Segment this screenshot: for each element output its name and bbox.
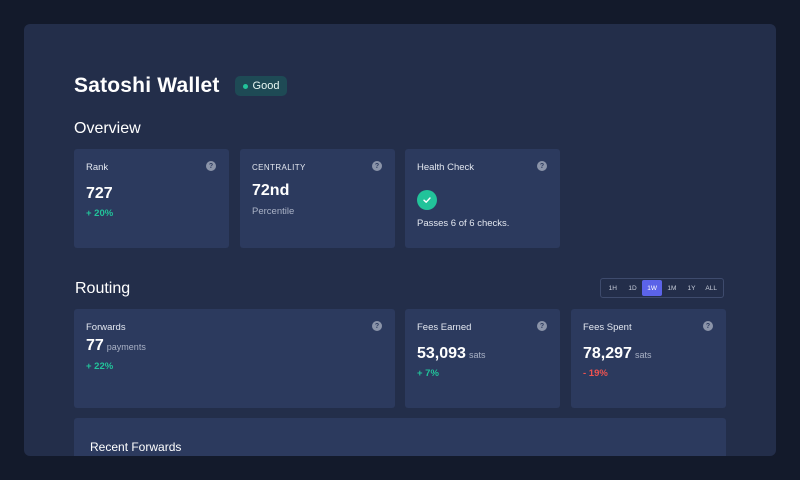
recent-forwards-card: Recent Forwards <box>74 418 726 456</box>
health-text: Passes 6 of 6 checks. <box>417 218 510 229</box>
rank-delta: + 20% <box>86 208 114 219</box>
help-icon[interactable]: ? <box>537 321 547 331</box>
fees-earned-value: 53,093 <box>417 345 466 362</box>
overview-heading: Overview <box>74 120 141 137</box>
fees-spent-card: Fees Spent ? 78,297 sats - 19% <box>571 309 726 408</box>
routing-heading: Routing <box>75 280 131 297</box>
status-badge: Good <box>234 76 288 96</box>
range-button-1d[interactable]: 1D <box>623 280 643 296</box>
fees-spent-delta: - 19% <box>583 368 608 379</box>
recent-forwards-title: Recent Forwards <box>90 440 182 454</box>
forwards-delta: + 22% <box>86 361 114 372</box>
rank-card: Rank ? 727 + 20% <box>74 149 229 248</box>
fees-earned-label: Fees Earned <box>417 322 472 333</box>
dashboard-window: Satoshi Wallet Good Overview Rank ? 727 … <box>24 24 776 456</box>
range-button-1m[interactable]: 1M <box>662 280 682 296</box>
help-icon[interactable]: ? <box>537 161 547 171</box>
rank-label: Rank <box>86 162 109 173</box>
range-button-1y[interactable]: 1Y <box>682 280 702 296</box>
forwards-value-group: 77 payments <box>86 337 146 355</box>
page-title: Satoshi Wallet <box>74 74 220 97</box>
centrality-sub: Percentile <box>252 206 295 217</box>
centrality-value: 72nd <box>252 182 290 199</box>
range-button-1w[interactable]: 1W <box>642 280 663 296</box>
forwards-value: 77 <box>86 337 104 354</box>
centrality-card: CENTRALITY ? 72nd Percentile <box>240 149 395 248</box>
help-icon[interactable]: ? <box>372 321 382 331</box>
health-check-card: Health Check ? Passes 6 of 6 checks. <box>405 149 560 248</box>
forwards-unit: payments <box>106 342 146 352</box>
help-icon[interactable]: ? <box>372 161 382 171</box>
range-button-all[interactable]: ALL <box>701 280 721 296</box>
time-range-selector: 1H 1D 1W 1M 1Y ALL <box>600 278 724 298</box>
help-icon[interactable]: ? <box>703 321 713 331</box>
fees-earned-delta: + 7% <box>417 368 439 379</box>
fees-earned-value-group: 53,093 sats <box>417 345 485 363</box>
fees-earned-unit: sats <box>468 350 486 360</box>
fees-earned-card: Fees Earned ? 53,093 sats + 7% <box>405 309 560 408</box>
forwards-label: Forwards <box>86 322 126 333</box>
help-icon[interactable]: ? <box>206 161 216 171</box>
header: Satoshi Wallet Good <box>74 74 288 98</box>
rank-value: 727 <box>86 185 113 202</box>
range-button-1h[interactable]: 1H <box>603 280 623 296</box>
fees-spent-value-group: 78,297 sats <box>583 345 651 363</box>
centrality-label: CENTRALITY <box>252 163 306 172</box>
health-label: Health Check <box>417 162 475 173</box>
check-icon <box>417 190 437 210</box>
forwards-card: Forwards ? 77 payments + 22% <box>74 309 395 408</box>
status-dot-icon <box>242 83 248 89</box>
fees-spent-value: 78,297 <box>583 345 632 362</box>
fees-spent-label: Fees Spent <box>583 322 632 333</box>
fees-spent-unit: sats <box>634 350 652 360</box>
status-label: Good <box>252 80 280 92</box>
